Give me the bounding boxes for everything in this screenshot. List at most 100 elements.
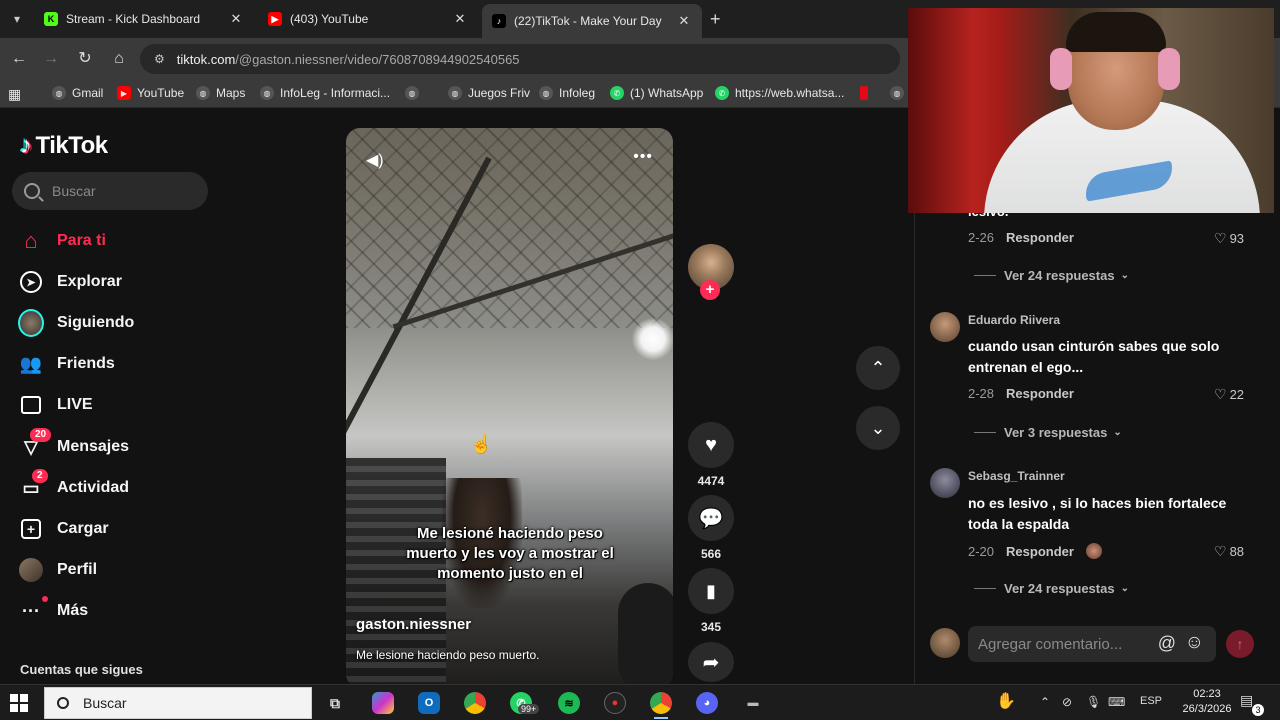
dictation-icon[interactable]: ✋	[996, 691, 1016, 711]
netflix-icon[interactable]	[860, 86, 874, 100]
nav-live[interactable]: LIVE	[18, 389, 93, 421]
tab-youtube[interactable]: ▶ (403) YouTube ✕	[258, 4, 478, 34]
video-player[interactable]: ◀) ••• Me lesioné haciendo peso muerto y…	[346, 128, 673, 688]
close-icon[interactable]: ✕	[228, 11, 244, 27]
chrome-icon[interactable]	[464, 692, 486, 714]
windows-start-icon[interactable]	[10, 694, 28, 712]
emoji-icon[interactable]: ☺	[1185, 632, 1204, 654]
app-icon[interactable]: ▬	[742, 692, 764, 714]
tab-kick[interactable]: K Stream - Kick Dashboard ✕	[34, 4, 254, 34]
nav-explorar[interactable]: ➤ Explorar	[18, 266, 122, 298]
comment-like-button[interactable]: ♡ 93	[1214, 230, 1244, 247]
nav-label: Mensajes	[57, 438, 130, 455]
notifications-icon[interactable]: ▤	[1240, 692, 1253, 709]
commenter-name[interactable]: Sebasg_Trainner	[968, 469, 1065, 483]
bookmark-juegos-friv[interactable]: ◍ Juegos Friv	[448, 86, 530, 100]
home-icon[interactable]: ⌂	[108, 48, 130, 70]
volume-icon[interactable]: ◀)	[366, 150, 384, 170]
tiktok-logo[interactable]: ♪ TikTok	[20, 132, 108, 160]
tab-title: (22)TikTok - Make Your Day	[514, 14, 662, 28]
nav-cargar[interactable]: + Cargar	[18, 513, 109, 545]
search-input[interactable]: Buscar	[12, 172, 208, 210]
comment-placeholder: Agregar comentario...	[978, 635, 1123, 653]
whatsapp-badge: 99+	[518, 704, 540, 714]
back-arrow-icon[interactable]: ←	[8, 48, 30, 70]
reply-button[interactable]: Responder	[1006, 544, 1074, 559]
close-icon[interactable]: ✕	[676, 13, 692, 29]
new-tab-plus-icon[interactable]: +	[710, 9, 721, 30]
search-icon	[24, 183, 40, 199]
next-video-button[interactable]: ⌄	[856, 406, 900, 450]
bookmark-maps[interactable]: ◍ Maps	[196, 86, 245, 100]
reply-button[interactable]: Responder	[1006, 386, 1074, 401]
mention-icon[interactable]: @	[1158, 633, 1176, 654]
globe-icon: ◍	[260, 86, 274, 100]
share-button[interactable]: ➦	[688, 642, 734, 682]
comment-like-button[interactable]: ♡ 22	[1214, 386, 1244, 403]
bookmark-whatsapp[interactable]: ✆ (1) WhatsApp	[610, 86, 703, 100]
task-view-icon[interactable]: ⧉	[324, 692, 346, 714]
spotify-icon[interactable]: ≋	[558, 692, 580, 714]
nav-label: LIVE	[57, 396, 93, 413]
system-clock[interactable]: 02:23 26/3/2026	[1172, 687, 1242, 717]
follow-plus-icon[interactable]: +	[700, 280, 720, 300]
outlook-icon[interactable]: O	[418, 692, 440, 714]
taskbar-search-input[interactable]: Buscar	[44, 687, 312, 719]
like-count: 4474	[697, 474, 725, 488]
bookmark-gmail[interactable]: ◍ Gmail	[52, 86, 103, 100]
bookmark-unnamed[interactable]: ◍	[405, 86, 425, 100]
post-comment-button[interactable]: ↑	[1226, 630, 1254, 658]
nav-actividad[interactable]: ▭ 2 Actividad	[18, 469, 129, 504]
nav-friends[interactable]: 👥 Friends	[18, 348, 115, 380]
microphone-icon[interactable]: 🎙	[1086, 695, 1101, 709]
language-indicator[interactable]: ESP	[1140, 695, 1162, 707]
view-replies-button[interactable]: Ver 3 respuestas ⌄	[974, 425, 1122, 440]
nav-perfil[interactable]: Perfil	[18, 554, 97, 586]
nav-mas[interactable]: ··· Más	[18, 595, 88, 627]
live-icon	[18, 392, 44, 418]
bookmark-web-whatsapp[interactable]: ✆ https://web.whatsa...	[715, 86, 844, 100]
tab-tiktok[interactable]: ♪ (22)TikTok - Make Your Day ✕	[482, 4, 702, 38]
chevron-up-icon[interactable]: ⌃	[1040, 695, 1050, 709]
more-options-icon[interactable]: •••	[633, 148, 653, 166]
commenter-avatar[interactable]	[930, 312, 960, 342]
bookmark-extra[interactable]: ◍	[890, 86, 910, 100]
site-info-icon[interactable]: ⚙	[154, 52, 165, 66]
comment-like-button[interactable]: ♡ 88	[1214, 543, 1244, 560]
comment-input[interactable]: Agregar comentario... @ ☺	[968, 626, 1216, 662]
url-field[interactable]: ⚙ tiktok.com/@gaston.niessner/video/7608…	[140, 44, 900, 74]
url-path: /@gaston.niessner/video/7608708944902540…	[235, 51, 520, 67]
bookmark-infoleg[interactable]: ◍ Infoleg	[539, 86, 595, 100]
bookmark-label: Juegos Friv	[468, 86, 531, 100]
comment-button[interactable]: 💬	[688, 495, 734, 541]
save-button[interactable]: ▮	[688, 568, 734, 614]
close-icon[interactable]: ✕	[452, 11, 468, 27]
tab-search-icon[interactable]: ▾	[6, 8, 28, 30]
apps-grid-icon[interactable]: ▦	[8, 86, 21, 103]
commenter-name[interactable]: Eduardo Riivera	[968, 313, 1060, 327]
keyboard-icon[interactable]: ⌨	[1108, 695, 1125, 709]
previous-video-button[interactable]: ⌃	[856, 346, 900, 390]
copilot-icon[interactable]	[372, 692, 394, 714]
obs-icon[interactable]: ●	[604, 692, 626, 714]
globe-icon: ◍	[52, 86, 66, 100]
reply-button[interactable]: Responder	[1006, 230, 1074, 245]
bookmark-youtube[interactable]: ▶ YouTube	[117, 86, 184, 100]
comment-meta: 2-28 Responder	[968, 386, 1074, 401]
forward-arrow-icon[interactable]: →	[40, 48, 62, 70]
video-username[interactable]: gaston.niessner	[356, 616, 471, 633]
bookmark-infoleg-informacion[interactable]: ◍ InfoLeg - Informaci...	[260, 86, 390, 100]
view-replies-button[interactable]: Ver 24 respuestas ⌄	[974, 581, 1129, 596]
like-button[interactable]: ♥	[688, 422, 734, 468]
chrome-active-icon[interactable]	[650, 692, 672, 714]
view-replies-button[interactable]: Ver 24 respuestas ⌄	[974, 268, 1129, 283]
nav-siguiendo[interactable]: Siguiendo	[18, 307, 134, 339]
upload-icon: +	[18, 516, 44, 542]
nav-para-ti[interactable]: ⌂ Para ti	[18, 225, 106, 257]
network-off-icon[interactable]: ⊘	[1062, 695, 1072, 709]
discord-icon[interactable]: ◕	[696, 692, 718, 714]
commenter-avatar[interactable]	[930, 468, 960, 498]
notification-count: 3	[1252, 704, 1264, 716]
nav-mensajes[interactable]: ▽ 20 Mensajes	[18, 428, 130, 463]
reload-icon[interactable]: ↻	[74, 48, 96, 70]
